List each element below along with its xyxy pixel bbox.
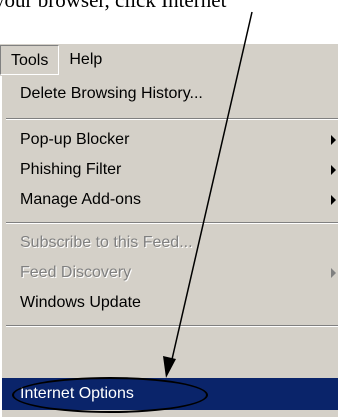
menu-item-windows-update[interactable]: Windows Update: [2, 287, 338, 319]
menu-separator: [6, 118, 338, 120]
submenu-arrow-icon: [331, 165, 336, 175]
menu-item-label: Windows Update: [20, 294, 141, 311]
menu-separator: [6, 222, 338, 224]
menu-tools[interactable]: Tools: [0, 45, 60, 75]
menu-item-feed-discovery: Feed Discovery: [2, 257, 338, 289]
menu-help[interactable]: Help: [59, 45, 112, 75]
menu-separator: [6, 325, 338, 327]
menu-item-phishing-filter[interactable]: Phishing Filter: [2, 154, 338, 186]
submenu-arrow-icon: [331, 195, 336, 205]
submenu-arrow-icon: [331, 135, 336, 145]
menu-item-label: Phishing Filter: [20, 161, 122, 178]
menu-item-label: Pop-up Blocker: [20, 131, 130, 148]
submenu-arrow-icon: [331, 268, 336, 278]
menu-item-label: Manage Add-ons: [20, 191, 141, 208]
tools-menu: Delete Browsing History... Pop-up Blocke…: [0, 76, 338, 417]
menu-item-label: Delete Browsing History...: [20, 85, 203, 102]
menu-item-label: Feed Discovery: [20, 264, 132, 281]
menu-item-delete-browsing-history[interactable]: Delete Browsing History...: [2, 78, 338, 110]
menu-item-internet-options[interactable]: Internet Options: [2, 378, 338, 410]
menu-item-manage-add-ons[interactable]: Manage Add-ons: [2, 184, 338, 216]
menu-item-label: Internet Options: [20, 385, 134, 402]
menu-bar: Tools Help: [0, 44, 338, 76]
menu-item-popup-blocker[interactable]: Pop-up Blocker: [2, 124, 338, 156]
menu-item-label: Subscribe to this Feed...: [20, 234, 193, 251]
instruction-caption: your browser, click Internet: [0, 0, 227, 12]
menu-item-subscribe-to-feed: Subscribe to this Feed...: [2, 227, 338, 259]
